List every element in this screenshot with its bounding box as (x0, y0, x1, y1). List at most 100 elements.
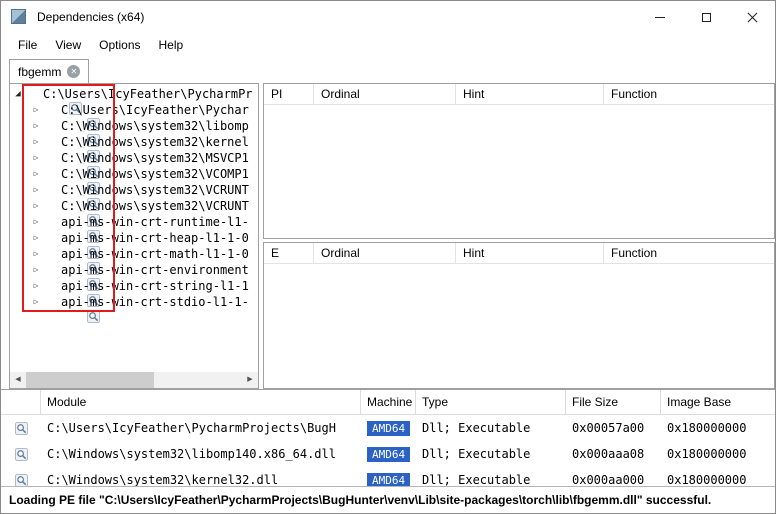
horizontal-scrollbar[interactable] (10, 372, 258, 388)
module-icon (44, 200, 101, 227)
module-path-cell: C:\Windows\system32\kernel32.dll (47, 473, 279, 486)
tree-item[interactable]: C:\Windows\system32\VCOMP1 (10, 166, 258, 195)
imports-header: PI Ordinal Hint Function (264, 84, 774, 105)
expand-arrow-icon[interactable] (30, 278, 42, 294)
module-icon (44, 216, 101, 243)
tree-item[interactable]: api-ms-win-crt-heap-l1-1-0 (10, 230, 258, 259)
expand-arrow-icon[interactable] (30, 182, 42, 198)
type-cell: Dll; Executable (422, 447, 531, 461)
minimize-button[interactable] (637, 1, 683, 33)
scroll-right-icon[interactable] (242, 372, 258, 388)
column-header[interactable]: Hint (456, 84, 604, 104)
tree-item[interactable]: C:\Windows\system32\VCRUNT (10, 182, 258, 211)
menu-options[interactable]: Options (90, 33, 149, 57)
column-header[interactable]: Module (41, 390, 361, 414)
menubar: File View Options Help (1, 33, 775, 57)
expand-arrow-icon[interactable] (30, 102, 42, 118)
module-icon (1, 447, 41, 461)
column-header[interactable]: PI (264, 84, 314, 104)
maximize-button[interactable] (683, 1, 729, 33)
tree-item[interactable]: C:\Windows\system32\MSVCP1 (10, 150, 258, 179)
tree-item-label: C:\Windows\system32\VCOMP1 (61, 167, 249, 181)
app-window: Dependencies (x64) File View Options Hel… (0, 0, 776, 514)
column-header[interactable]: Type (416, 390, 566, 414)
tab-label: fbgemm (18, 64, 62, 79)
expand-arrow-icon[interactable] (30, 214, 42, 230)
tree-item-label: api-ms-win-crt-heap-l1-1-0 (61, 231, 249, 245)
scrollbar-thumb[interactable] (26, 372, 154, 388)
close-button[interactable] (729, 1, 775, 33)
column-header[interactable]: E (264, 243, 314, 263)
tree-item[interactable]: api-ms-win-crt-runtime-l1- (10, 214, 258, 243)
module-icon (44, 152, 101, 179)
column-header[interactable]: Machine (361, 390, 416, 414)
imports-panel: PI Ordinal Hint Function (263, 83, 775, 239)
tree-item-label: C:\Windows\system32\VCRUNT (61, 199, 249, 213)
dependency-tree-panel: C:\Users\IcyFeather\PycharmPr C:\Users\I… (9, 83, 259, 389)
module-icon (44, 280, 101, 307)
tab-close-icon[interactable] (67, 65, 81, 78)
expand-arrow-icon[interactable] (30, 294, 42, 310)
expand-arrow-icon[interactable] (30, 118, 42, 134)
module-icon (44, 264, 101, 291)
table-row[interactable]: C:\Windows\system32\kernel32.dll AMD64 D… (1, 467, 775, 486)
menu-file[interactable]: File (9, 33, 46, 57)
exports-panel: E Ordinal Hint Function (263, 242, 775, 389)
module-icon (44, 248, 101, 275)
module-icon (44, 168, 101, 195)
expand-arrow-icon[interactable] (30, 198, 42, 214)
window-title: Dependencies (x64) (37, 10, 145, 24)
tree-item[interactable]: C:\Users\IcyFeather\PycharmPr (10, 86, 258, 115)
table-row[interactable]: C:\Users\IcyFeather\PycharmProjects\BugH… (1, 415, 775, 441)
column-header[interactable]: Function (604, 243, 774, 263)
status-text: Loading PE file "C:\Users\IcyFeather\Pyc… (9, 493, 712, 507)
tree-item[interactable]: api-ms-win-crt-environment (10, 262, 258, 291)
column-header[interactable]: Function (604, 84, 774, 104)
machine-badge: AMD64 (367, 446, 411, 462)
tree-item[interactable]: C:\Users\IcyFeather\Pychar (10, 102, 258, 131)
tree-item[interactable]: C:\Windows\system32\VCRUNT (10, 198, 258, 227)
machine-cell: AMD64 (361, 420, 416, 436)
expand-arrow-icon[interactable] (30, 134, 42, 150)
tabstrip: fbgemm (1, 57, 775, 83)
expand-arrow-icon[interactable] (30, 246, 42, 262)
scroll-left-icon[interactable] (10, 372, 26, 388)
tree-item[interactable]: api-ms-win-crt-math-l1-1-0 (10, 246, 258, 275)
image-base-cell: 0x180000000 (667, 447, 747, 461)
file-size-cell: 0x000aaa08 (572, 447, 645, 461)
module-icon (44, 120, 101, 147)
column-header[interactable]: Ordinal (314, 84, 456, 104)
machine-cell: AMD64 (361, 472, 416, 486)
file-size-cell: 0x000aa000 (572, 473, 645, 486)
expand-arrow-icon[interactable] (30, 150, 42, 166)
tree-item[interactable]: api-ms-win-crt-string-l1-1 (10, 278, 258, 307)
tree-item[interactable]: C:\Windows\system32\libomp (10, 118, 258, 147)
type-cell: Dll; Executable (422, 473, 531, 486)
expand-arrow-icon[interactable] (30, 230, 42, 246)
tree-item-label: api-ms-win-crt-string-l1-1 (61, 279, 249, 293)
tab-fbgemm[interactable]: fbgemm (9, 59, 90, 83)
tree-item-label: C:\Windows\system32\VCRUNT (61, 183, 249, 197)
module-icon (1, 421, 41, 435)
modules-panel: Module Machine Type File Size Image Base C:\… (1, 389, 775, 486)
menu-view[interactable]: View (46, 33, 90, 57)
expand-arrow-icon[interactable] (30, 262, 42, 278)
expand-arrow-icon[interactable] (30, 166, 42, 182)
module-icon (1, 473, 41, 486)
column-header[interactable]: Hint (456, 243, 604, 263)
expand-arrow-icon[interactable] (12, 86, 24, 102)
modules-header: Module Machine Type File Size Image Base (1, 390, 775, 415)
column-header[interactable]: Ordinal (314, 243, 456, 263)
column-header[interactable]: Image Base (661, 390, 775, 414)
tree-item-label: C:\Windows\system32\MSVCP1 (61, 151, 249, 165)
machine-cell: AMD64 (361, 446, 416, 462)
table-row[interactable]: C:\Windows\system32\libomp140.x86_64.dll… (1, 441, 775, 467)
exports-header: E Ordinal Hint Function (264, 243, 774, 264)
column-header[interactable] (1, 390, 41, 414)
tree-item[interactable]: api-ms-win-crt-stdio-l1-1- (10, 294, 258, 323)
tree-item[interactable]: C:\Windows\system32\kernel (10, 134, 258, 163)
menu-help[interactable]: Help (150, 33, 193, 57)
image-base-cell: 0x180000000 (667, 421, 747, 435)
machine-badge: AMD64 (367, 472, 411, 486)
column-header[interactable]: File Size (566, 390, 661, 414)
